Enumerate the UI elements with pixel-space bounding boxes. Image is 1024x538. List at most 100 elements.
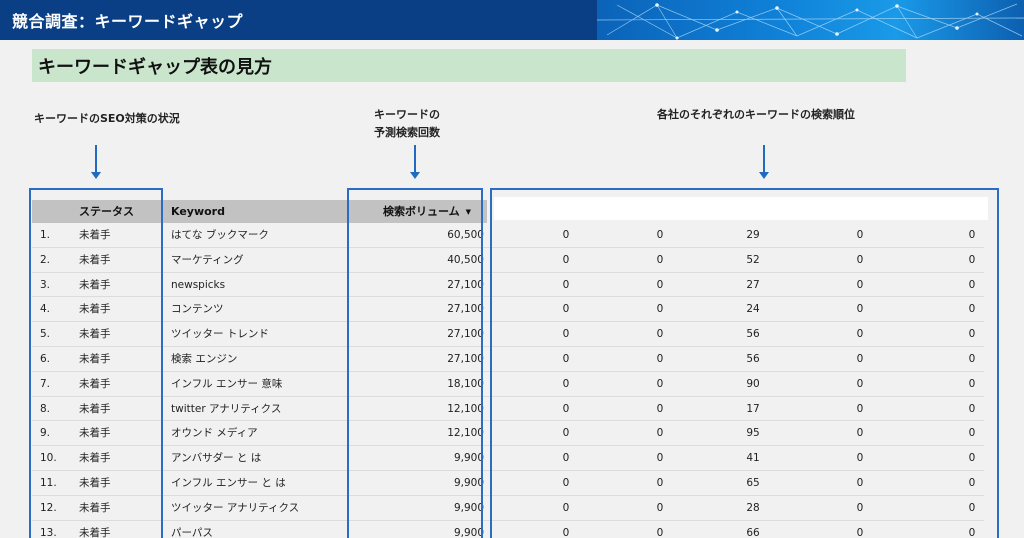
table-row[interactable]: 8. 未着手 twitter アナリティクス 12,100 0 0 17 0 0	[32, 397, 984, 422]
row-keyword: インフル エンサー 意味	[171, 377, 283, 390]
row-rank-5: 0	[968, 402, 976, 415]
row-status: 未着手	[79, 229, 111, 241]
row-rank-5: 0	[968, 328, 976, 341]
row-rank-2: 0	[656, 501, 664, 514]
row-index: 2.	[40, 253, 51, 266]
row-rank-3: 52	[746, 253, 760, 266]
annotation-status: キーワードのSEO対策の状況	[34, 112, 180, 125]
row-rank-5: 0	[968, 253, 976, 266]
row-rank-1: 0	[562, 402, 570, 415]
column-header-volume-label: 検索ボリューム	[383, 205, 460, 218]
annotation-rank: 各社のそれぞれのキーワードの検索順位	[657, 108, 855, 121]
table-row[interactable]: 11. 未着手 インフル エンサー と は 9,900 0 0 65 0 0	[32, 471, 984, 496]
row-rank-4: 0	[856, 476, 864, 489]
table-header: ステータス Keyword 検索ボリューム ▼	[32, 197, 988, 223]
table-row[interactable]: 13. 未着手 パーパス 9,900 0 0 66 0 0	[32, 521, 984, 538]
page: 競合調査：キーワードギャップ キーワードギャップ表の見方 キーワードのSEO対策…	[0, 0, 1024, 538]
row-status: 未着手	[79, 452, 111, 465]
row-status: 未着手	[79, 501, 111, 514]
table-row[interactable]: 10. 未着手 アンバサダー と は 9,900 0 0 41 0 0	[32, 446, 984, 471]
row-status: 未着手	[79, 253, 111, 266]
row-keyword: インフル エンサー と は	[171, 476, 286, 489]
row-volume: 12,100	[447, 427, 484, 440]
page-title: 競合調査：キーワードギャップ	[12, 12, 244, 31]
column-header-keyword[interactable]: Keyword	[171, 200, 225, 223]
column-header-volume[interactable]: 検索ボリューム ▼	[383, 200, 471, 223]
table-row[interactable]: 4. 未着手 コンテンツ 27,100 0 0 24 0 0	[32, 297, 984, 323]
row-volume: 9,900	[453, 526, 484, 538]
row-rank-5: 0	[968, 303, 976, 316]
row-rank-5: 0	[968, 377, 976, 390]
row-index: 8.	[40, 402, 51, 415]
table-row[interactable]: 7. 未着手 インフル エンサー 意味 18,100 0 0 90 0 0	[32, 372, 984, 397]
table-row[interactable]: 1. 未着手 はてな ブックマーク 60,500 0 0 29 0 0	[32, 223, 984, 248]
row-rank-3: 29	[746, 229, 760, 241]
row-rank-5: 0	[968, 229, 976, 241]
row-status: 未着手	[79, 328, 111, 341]
row-status: 未着手	[79, 402, 111, 415]
table-row[interactable]: 12. 未着手 ツイッター アナリティクス 9,900 0 0 28 0 0	[32, 496, 984, 521]
table-row[interactable]: 3. 未着手 newspicks 27,100 0 0 27 0 0	[32, 273, 984, 298]
table-row[interactable]: 5. 未着手 ツイッター トレンド 27,100 0 0 56 0 0	[32, 322, 984, 347]
row-rank-3: 27	[746, 278, 760, 291]
table-body: 1. 未着手 はてな ブックマーク 60,500 0 0 29 0 0 2. 未着手 マーケティング 4…	[32, 223, 984, 538]
row-rank-2: 0	[656, 476, 664, 489]
row-index: 3.	[40, 278, 51, 291]
row-status: 未着手	[79, 352, 111, 365]
row-rank-4: 0	[856, 526, 864, 538]
row-rank-3: 41	[746, 452, 760, 465]
row-rank-1: 0	[562, 253, 570, 266]
row-keyword: アンバサダー と は	[171, 452, 262, 465]
arrow-down-icon	[91, 145, 101, 179]
row-rank-4: 0	[856, 278, 864, 291]
annotation-volume-line2: 予測検索回数	[374, 126, 440, 139]
row-index: 12.	[40, 501, 57, 514]
table-row[interactable]: 2. 未着手 マーケティング 40,500 0 0 52 0 0	[32, 248, 984, 273]
row-rank-1: 0	[562, 501, 570, 514]
row-rank-3: 90	[746, 377, 760, 390]
row-status: 未着手	[79, 377, 111, 390]
row-rank-2: 0	[656, 278, 664, 291]
row-rank-2: 0	[656, 377, 664, 390]
row-rank-5: 0	[968, 278, 976, 291]
row-keyword: コンテンツ	[171, 303, 224, 316]
arrow-down-icon	[410, 145, 420, 179]
row-rank-1: 0	[562, 352, 570, 365]
row-rank-2: 0	[656, 328, 664, 341]
row-index: 11.	[40, 476, 57, 489]
row-index: 13.	[40, 526, 57, 538]
row-volume: 9,900	[453, 452, 484, 465]
row-rank-4: 0	[856, 303, 864, 316]
row-rank-4: 0	[856, 427, 864, 440]
column-header-status[interactable]: ステータス	[79, 200, 134, 223]
row-rank-1: 0	[562, 427, 570, 440]
row-keyword: はてな ブックマーク	[171, 229, 269, 241]
row-volume: 40,500	[447, 253, 484, 266]
row-volume: 60,500	[447, 229, 484, 241]
keyword-gap-table: ステータス Keyword 検索ボリューム ▼ 1. 未着手 はてな ブックマーク 60…	[32, 197, 988, 538]
row-index: 7.	[40, 377, 51, 390]
row-rank-5: 0	[968, 526, 976, 538]
row-keyword: マーケティング	[171, 253, 244, 266]
row-rank-2: 0	[656, 402, 664, 415]
row-rank-1: 0	[562, 452, 570, 465]
row-rank-3: 95	[746, 427, 760, 440]
section-heading: キーワードギャップ表の見方	[32, 49, 906, 82]
table-row[interactable]: 6. 未着手 検索 エンジン 27,100 0 0 56 0 0	[32, 347, 984, 372]
row-rank-3: 17	[746, 402, 760, 415]
row-rank-3: 28	[746, 501, 760, 514]
row-rank-4: 0	[856, 352, 864, 365]
row-keyword: 検索 エンジン	[171, 352, 238, 365]
row-volume: 27,100	[447, 352, 484, 365]
row-keyword: twitter アナリティクス	[171, 402, 282, 415]
row-rank-3: 56	[746, 352, 760, 365]
row-rank-3: 56	[746, 328, 760, 341]
row-index: 4.	[40, 303, 51, 316]
row-rank-2: 0	[656, 526, 664, 538]
sort-down-icon[interactable]: ▼	[466, 208, 471, 216]
row-volume: 9,900	[453, 501, 484, 514]
row-rank-3: 24	[746, 303, 760, 316]
row-rank-1: 0	[562, 526, 570, 538]
table-row[interactable]: 9. 未着手 オウンド メディア 12,100 0 0 95 0 0	[32, 421, 984, 447]
row-status: 未着手	[79, 476, 111, 489]
